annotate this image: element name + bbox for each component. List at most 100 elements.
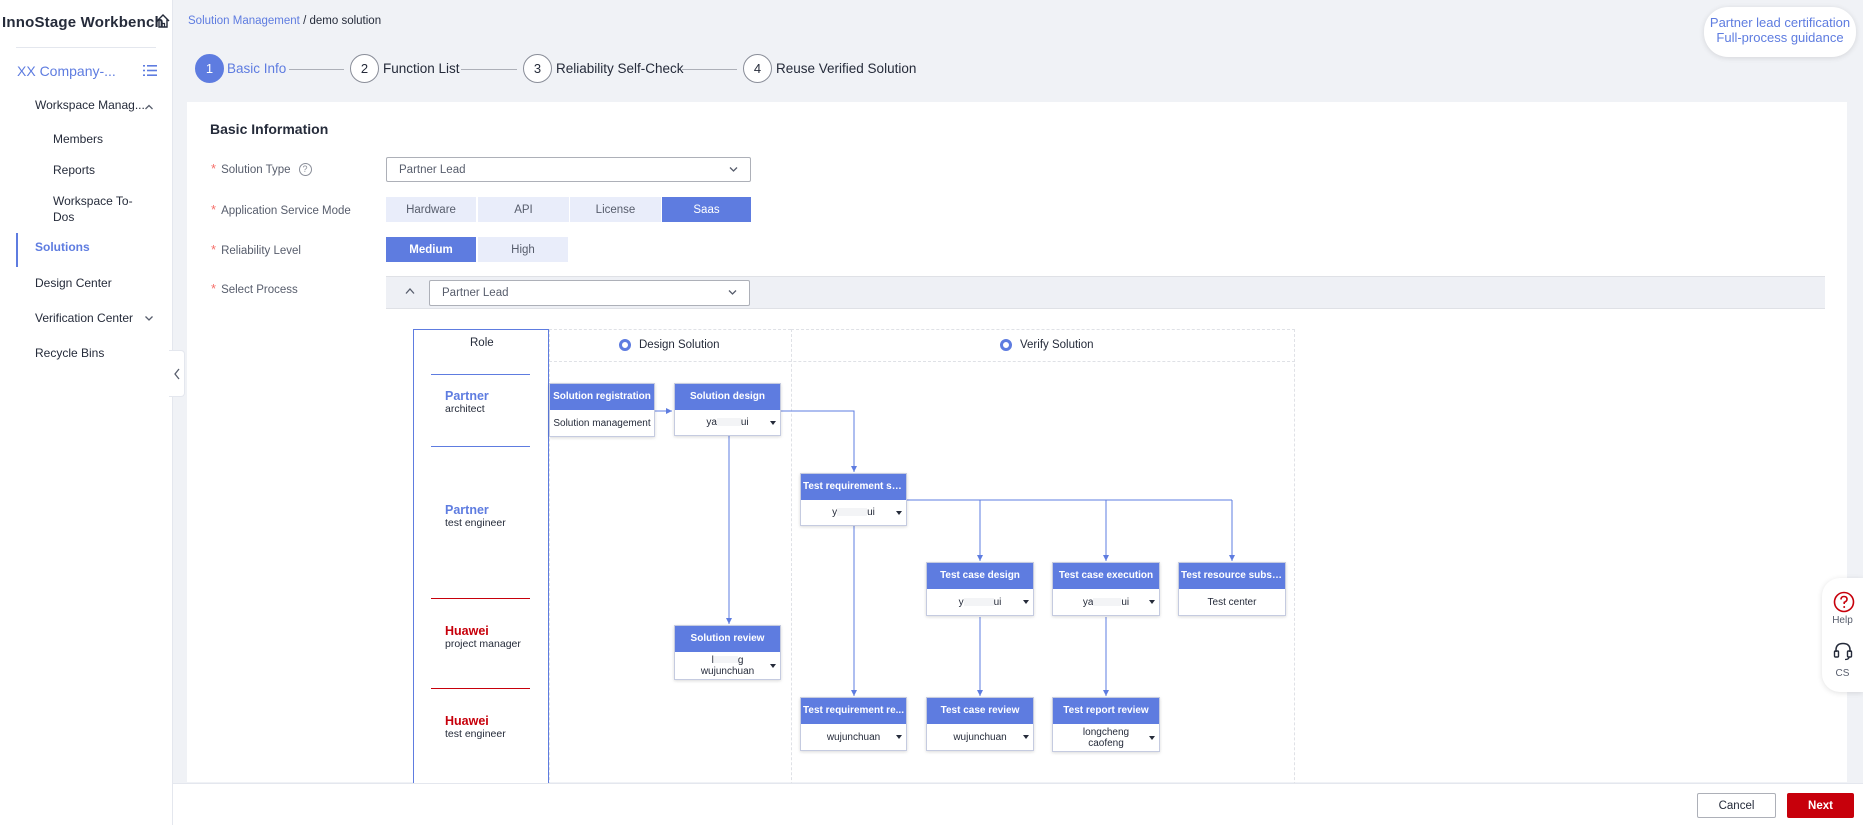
chevron-down-icon: [729, 166, 738, 172]
help-icon[interactable]: [1833, 591, 1855, 613]
node-test-case-execution[interactable]: Test case execution ya ui: [1052, 562, 1160, 616]
process-value: Partner Lead: [442, 287, 509, 299]
node-test-case-review[interactable]: Test case review wujunchuan: [926, 697, 1034, 751]
step-2-number[interactable]: 2: [350, 54, 379, 83]
node-title: Test case review: [927, 698, 1033, 724]
cancel-button[interactable]: Cancel: [1697, 793, 1776, 818]
node-title: Test case execution: [1053, 563, 1159, 589]
node-solution-design[interactable]: Solution design ya ui: [674, 383, 781, 436]
step-4-number[interactable]: 4: [743, 54, 772, 83]
process-select[interactable]: Partner Lead: [429, 280, 750, 306]
chevron-down-icon[interactable]: [144, 313, 154, 323]
list-menu-icon[interactable]: [143, 64, 157, 77]
step-1-label[interactable]: Basic Info: [227, 61, 286, 76]
node-body[interactable]: wujunchuan: [927, 724, 1033, 750]
node-body[interactable]: ya ui: [1053, 589, 1159, 615]
chevron-up-icon[interactable]: [405, 287, 415, 295]
node-test-case-design[interactable]: Test case design y ui: [926, 562, 1034, 616]
node-test-requirement-submission[interactable]: Test requirement su... y ui: [800, 473, 907, 526]
service-mode-api[interactable]: API: [478, 197, 569, 222]
role-org: Partner: [445, 389, 489, 403]
role-title-text: architect: [445, 403, 485, 415]
radio-icon: [619, 339, 631, 351]
dropdown-caret-icon: [770, 663, 776, 668]
dropdown-caret-icon: [1149, 600, 1155, 604]
node-body: Test center: [1207, 596, 1257, 608]
dropdown-caret-icon: [1023, 735, 1029, 739]
role-partner-architect: Partner architect: [431, 374, 530, 438]
sidebar-item-workspace-todos-line2: Dos: [53, 210, 75, 224]
step-3-label[interactable]: Reliability Self-Check: [556, 61, 684, 76]
service-mode-saas[interactable]: Saas: [662, 197, 751, 222]
sidebar-item-verification-center[interactable]: Verification Center: [35, 311, 133, 325]
node-body[interactable]: l g wujunchuan: [675, 652, 780, 679]
node-test-report-review[interactable]: Test report review longcheng caofeng: [1052, 697, 1160, 752]
breadcrumb: Solution Management / demo solution: [188, 15, 381, 27]
role-huawei-test-engineer: Huawei test engineer: [431, 688, 530, 771]
node-solution-review[interactable]: Solution review l g wujunchuan: [674, 625, 781, 680]
node-title: Test report review: [1053, 698, 1159, 724]
node-test-resource-subscription[interactable]: Test resource subsc... Test center: [1178, 562, 1286, 616]
floating-help-panel: Help CS: [1822, 578, 1863, 692]
dropdown-caret-icon: [896, 735, 902, 739]
reliability-level-label: * Reliability Level: [211, 242, 301, 257]
step-connector: [289, 69, 344, 70]
node-body[interactable]: ya ui: [675, 410, 780, 435]
sidebar-item-design-center[interactable]: Design Center: [35, 276, 112, 290]
sidebar-item-workspace-management[interactable]: Workspace Manag...: [35, 98, 145, 112]
active-indicator: [16, 233, 18, 267]
brand-title: InnoStage Workbench: [2, 14, 164, 31]
node-title: Solution registration: [550, 384, 654, 410]
sidebar-item-solutions[interactable]: Solutions: [35, 240, 90, 254]
chevron-left-icon: [173, 368, 180, 379]
sidebar-item-workspace-todos[interactable]: Workspace To-: [53, 194, 133, 208]
node-body[interactable]: y ui: [801, 500, 906, 525]
partner-guidance-card[interactable]: Partner lead certification Full-process …: [1704, 7, 1856, 57]
help-circle-icon[interactable]: ?: [298, 163, 312, 177]
help-label[interactable]: Help: [1822, 615, 1863, 626]
role-title: Role: [470, 337, 494, 349]
reliability-high[interactable]: High: [478, 237, 568, 262]
node-body[interactable]: y ui: [927, 589, 1033, 615]
company-selector[interactable]: XX Company-...: [17, 63, 116, 79]
breadcrumb-link[interactable]: Solution Management: [188, 15, 300, 27]
reliability-medium[interactable]: Medium: [386, 237, 476, 262]
redacted-mask: [1093, 597, 1122, 606]
node-title: Test requirement re...: [801, 698, 906, 724]
dropdown-caret-icon: [770, 420, 776, 425]
sidebar-item-recycle-bins[interactable]: Recycle Bins: [35, 346, 104, 360]
node-body[interactable]: longcheng caofeng: [1053, 724, 1159, 751]
sidebar-collapse-button[interactable]: [169, 350, 185, 397]
dropdown-caret-icon: [1149, 735, 1155, 740]
step-4-label[interactable]: Reuse Verified Solution: [776, 61, 916, 76]
stage-header-divider: [549, 361, 1295, 362]
node-body: Solution management: [553, 417, 651, 429]
next-button[interactable]: Next: [1787, 793, 1854, 818]
home-icon[interactable]: [155, 13, 171, 29]
step-3-number[interactable]: 3: [523, 54, 552, 83]
role-title-text: project manager: [445, 638, 521, 650]
headset-icon[interactable]: [1832, 640, 1854, 662]
partner-guidance-line2: Full-process guidance: [1716, 29, 1844, 45]
service-mode-hardware[interactable]: Hardware: [386, 197, 476, 222]
node-title: Solution review: [675, 626, 780, 652]
stage-design-solution: Design Solution: [639, 339, 720, 351]
solution-type-select[interactable]: Partner Lead: [386, 157, 751, 182]
sidebar: InnoStage Workbench XX Company-... Works…: [0, 0, 173, 825]
role-huawei-project-manager: Huawei project manager: [431, 598, 530, 680]
node-test-requirement-review[interactable]: Test requirement re... wujunchuan: [800, 697, 907, 751]
cs-label[interactable]: CS: [1822, 668, 1863, 679]
role-org: Huawei: [445, 624, 489, 638]
sidebar-item-members[interactable]: Members: [53, 132, 103, 146]
node-solution-registration[interactable]: Solution registration Solution managemen…: [549, 383, 655, 437]
redacted-mask: [963, 597, 994, 606]
service-mode-license[interactable]: License: [570, 197, 661, 222]
step-2-label[interactable]: Function List: [383, 61, 460, 76]
node-title: Test case design: [927, 563, 1033, 589]
chevron-up-icon[interactable]: [144, 102, 154, 112]
node-body[interactable]: wujunchuan: [801, 724, 906, 750]
service-mode-label: * Application Service Mode: [211, 202, 351, 217]
sidebar-item-reports[interactable]: Reports: [53, 163, 95, 177]
step-1-number[interactable]: 1: [195, 54, 224, 83]
solution-type-value: Partner Lead: [399, 163, 466, 176]
